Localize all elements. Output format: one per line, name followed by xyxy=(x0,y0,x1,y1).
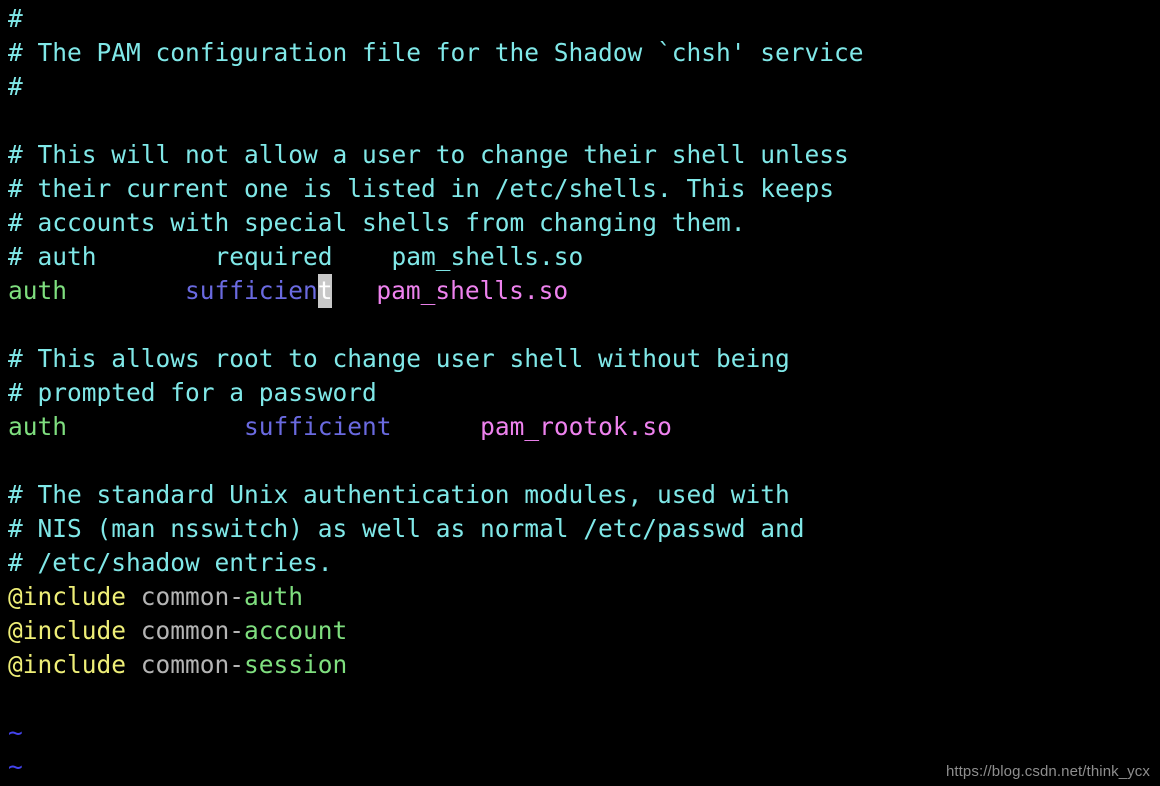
editor-line[interactable]: @include common-account xyxy=(8,614,1160,648)
editor-line[interactable] xyxy=(8,682,1160,716)
block-cursor[interactable]: t xyxy=(317,274,333,308)
editor-line[interactable] xyxy=(8,444,1160,478)
editor-line[interactable]: ~ xyxy=(8,716,1160,750)
code-token: @include xyxy=(8,616,127,645)
code-token: ~ xyxy=(8,752,23,781)
code-token: # The PAM configuration file for the Sha… xyxy=(8,38,864,67)
editor-line[interactable]: # /etc/shadow entries. xyxy=(8,546,1160,580)
code-token: pam_rootok.so xyxy=(480,412,672,441)
editor-line[interactable]: # prompted for a password xyxy=(8,376,1160,410)
editor-line[interactable]: @include common-session xyxy=(8,648,1160,682)
code-token: ~ xyxy=(8,718,23,747)
code-token: auth xyxy=(8,276,68,305)
editor-line[interactable]: # The PAM configuration file for the Sha… xyxy=(8,36,1160,70)
code-token: # The standard Unix authentication modul… xyxy=(8,480,790,509)
code-token: common- xyxy=(126,650,245,679)
editor-line[interactable]: # This will not allow a user to change t… xyxy=(8,138,1160,172)
editor-line[interactable]: # xyxy=(8,70,1160,104)
editor-line[interactable]: auth sufficient pam_shells.so xyxy=(8,274,1160,308)
code-token: # This allows root to change user shell … xyxy=(8,344,790,373)
editor-line[interactable]: # their current one is listed in /etc/sh… xyxy=(8,172,1160,206)
code-token: common- xyxy=(126,582,245,611)
code-token: # xyxy=(8,72,23,101)
code-token: # NIS (man nsswitch) as well as normal /… xyxy=(8,514,805,543)
code-token: session xyxy=(244,650,348,679)
editor-line[interactable]: @include common-auth xyxy=(8,580,1160,614)
code-token: # This will not allow a user to change t… xyxy=(8,140,849,169)
editor-line[interactable]: # The standard Unix authentication modul… xyxy=(8,478,1160,512)
editor-line[interactable]: # auth required pam_shells.so xyxy=(8,240,1160,274)
terminal-window[interactable]: # # The PAM configuration file for the Sh… xyxy=(0,0,1160,786)
editor-line[interactable] xyxy=(8,308,1160,342)
code-token: pam_shells.so xyxy=(376,276,569,305)
code-token: # xyxy=(8,4,23,33)
code-token: common- xyxy=(126,616,245,645)
code-token: # /etc/shadow entries. xyxy=(8,548,333,577)
editor-line[interactable] xyxy=(8,104,1160,138)
code-token: auth xyxy=(244,582,304,611)
code-token: auth xyxy=(8,412,68,441)
code-token: # auth required pam_shells.so xyxy=(8,242,584,271)
code-token: @include xyxy=(8,582,127,611)
editor-line[interactable]: auth sufficient pam_rootok.so xyxy=(8,410,1160,444)
code-token: sufficient xyxy=(244,412,392,441)
code-token: sufficien xyxy=(185,276,318,305)
vim-text-buffer[interactable]: # # The PAM configuration file for the Sh… xyxy=(0,0,1160,784)
code-token: @include xyxy=(8,650,127,679)
editor-line[interactable]: # xyxy=(8,2,1160,36)
code-token: # prompted for a password xyxy=(8,378,377,407)
code-token: # accounts with special shells from chan… xyxy=(8,208,746,237)
editor-line[interactable]: # This allows root to change user shell … xyxy=(8,342,1160,376)
editor-line[interactable]: # accounts with special shells from chan… xyxy=(8,206,1160,240)
code-token: account xyxy=(244,616,348,645)
editor-line[interactable]: # NIS (man nsswitch) as well as normal /… xyxy=(8,512,1160,546)
watermark-text: https://blog.csdn.net/think_ycx xyxy=(945,763,1150,780)
code-token: # their current one is listed in /etc/sh… xyxy=(8,174,835,203)
